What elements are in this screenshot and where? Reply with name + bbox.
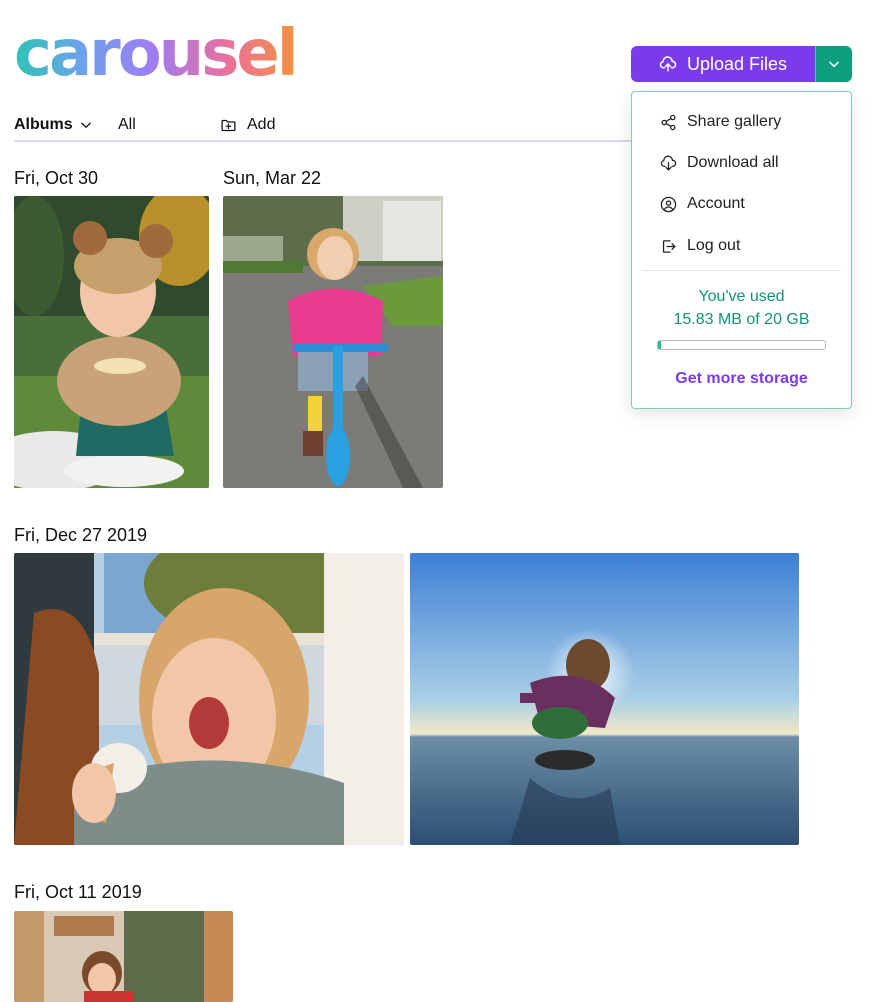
album-toolbar: Albums All Add (14, 112, 631, 142)
albums-label: Albums (14, 116, 73, 133)
menu-item-label: Download all (687, 154, 779, 171)
album-all-link[interactable]: All (118, 116, 136, 134)
logout-icon (662, 239, 676, 253)
upload-files-button[interactable]: Upload Files (631, 46, 815, 82)
upload-button-group: Upload Files (631, 46, 852, 82)
app-logo: carousel (14, 17, 299, 91)
storage-usage-amount: 15.83 MB of 20 GB (673, 311, 810, 328)
chevron-down-icon (829, 61, 839, 68)
get-more-storage-link[interactable]: Get more storage (632, 370, 851, 388)
menu-divider (642, 270, 841, 271)
storage-usage-bar (657, 340, 826, 350)
menu-item-label: Log out (687, 237, 741, 254)
menu-item-share-gallery[interactable]: Share gallery (632, 104, 851, 140)
photo-thumbnail[interactable] (14, 196, 209, 488)
date-heading: Fri, Oct 11 2019 (14, 882, 142, 902)
date-heading: Fri, Oct 30 (14, 168, 99, 188)
download-cloud-icon (660, 155, 677, 171)
add-album-button[interactable]: Add (220, 116, 275, 134)
upload-options-button[interactable] (815, 46, 852, 82)
menu-item-account[interactable]: Account (632, 186, 851, 222)
storage-usage-fill (658, 341, 662, 349)
menu-item-label: Share gallery (687, 113, 782, 130)
add-album-label: Add (247, 116, 276, 133)
menu-item-log-out[interactable]: Log out (632, 228, 851, 264)
photo-thumbnail[interactable] (14, 553, 404, 845)
user-circle-icon (660, 196, 677, 212)
menu-item-download-all[interactable]: Download all (632, 145, 851, 181)
share-icon (661, 114, 676, 130)
account-dropdown-menu: Share gallery Download all Account Log o… (631, 91, 852, 409)
folder-plus-icon (221, 119, 236, 131)
upload-cloud-icon (659, 56, 677, 72)
albums-dropdown[interactable]: Albums (14, 116, 93, 134)
photo-thumbnail[interactable] (410, 553, 799, 845)
date-heading: Fri, Dec 27 2019 (14, 525, 148, 545)
chevron-down-icon (80, 122, 91, 128)
photo-thumbnail[interactable] (223, 196, 443, 488)
upload-files-label: Upload Files (686, 53, 788, 74)
storage-usage-label: You've used (698, 288, 785, 305)
menu-item-label: Account (687, 195, 745, 212)
photo-thumbnail[interactable] (14, 911, 233, 1002)
date-heading: Sun, Mar 22 (223, 168, 322, 188)
